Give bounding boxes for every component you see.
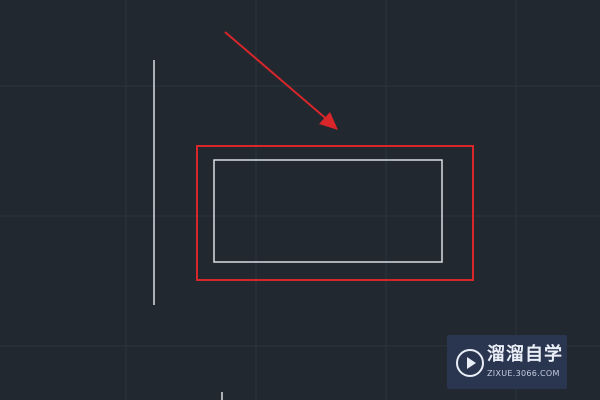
arrow-shaft <box>224 31 331 123</box>
watermark-logo: 溜溜自学 ZIXUE.3066.COM <box>447 335 567 389</box>
play-icon <box>456 349 484 377</box>
highlight-box <box>196 145 474 281</box>
watermark-subtitle: ZIXUE.3066.COM <box>487 369 560 378</box>
watermark-title: 溜溜自学 <box>487 344 563 365</box>
arrow-annotation <box>224 31 338 130</box>
cad-rectangle[interactable] <box>213 159 443 263</box>
